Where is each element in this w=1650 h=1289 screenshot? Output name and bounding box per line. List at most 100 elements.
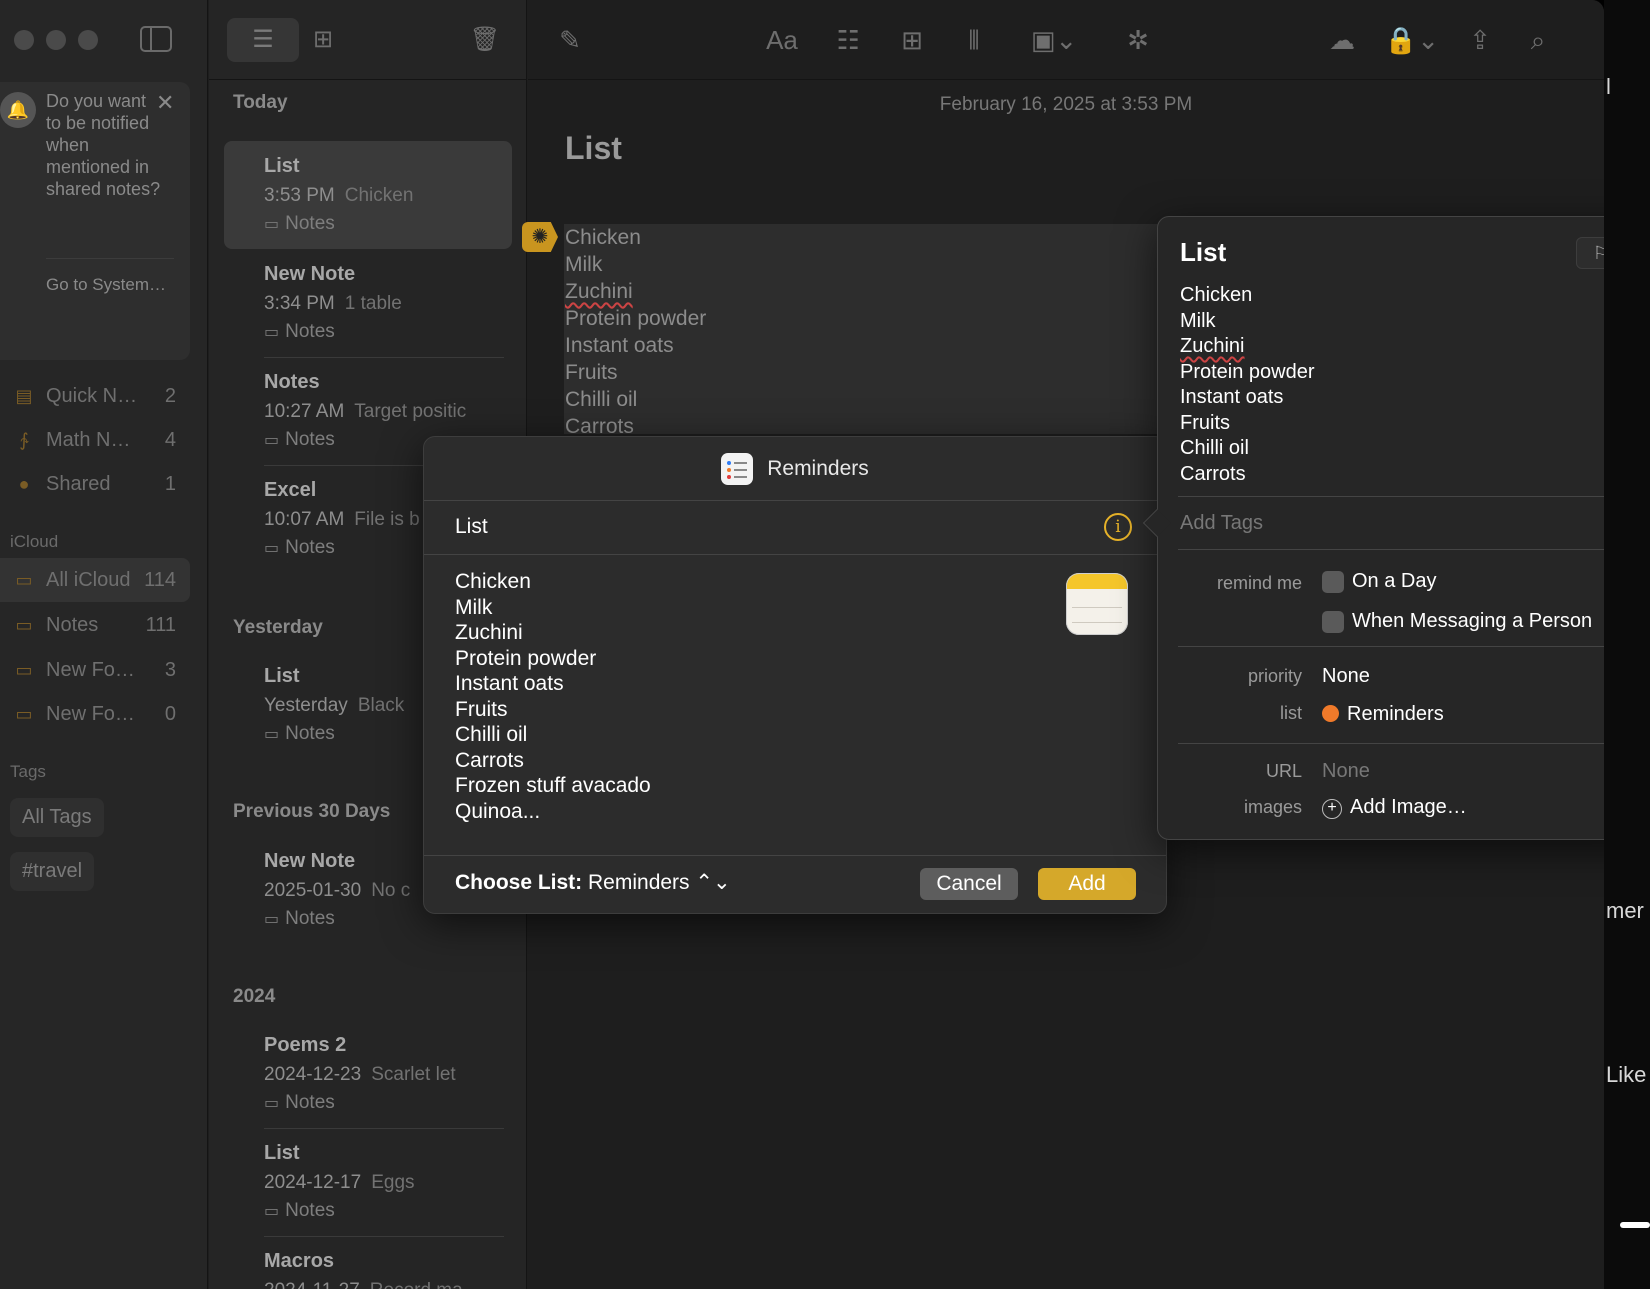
popover-notes[interactable]: Chicken Milk Zuchini Protein powder Inst… bbox=[1180, 283, 1315, 487]
when-messaging-label[interactable]: When Messaging a Person bbox=[1352, 610, 1592, 633]
sidebar-item-new-folder[interactable]: ▭ New Fo… 3 bbox=[0, 648, 190, 692]
shared-icon: ● bbox=[18, 473, 30, 494]
popover-line: Fruits bbox=[1180, 411, 1230, 434]
choose-list-popup[interactable]: Choose List: Reminders ⌃⌄ bbox=[455, 870, 731, 895]
writing-tools-icon[interactable]: ✲ bbox=[1120, 20, 1156, 60]
close-icon[interactable]: ✕ bbox=[156, 90, 174, 116]
divider bbox=[46, 258, 174, 259]
list-popup[interactable]: Reminders bbox=[1322, 703, 1444, 726]
sidebar-item-label: New Fo… bbox=[46, 702, 135, 725]
note-preview: No c bbox=[371, 880, 411, 901]
sidebar-item-math-notes[interactable]: ∱ Math N… 4 bbox=[0, 418, 190, 462]
info-icon[interactable]: i bbox=[1104, 513, 1132, 541]
priority-label: priority bbox=[1247, 666, 1302, 686]
reminder-line: Chilli oil bbox=[455, 723, 528, 746]
on-a-day-checkbox[interactable] bbox=[1322, 571, 1344, 593]
search-icon[interactable]: ⌕ bbox=[1520, 20, 1556, 60]
note-item[interactable]: List 3:53 PM Chicken ▭ Notes bbox=[224, 141, 512, 249]
note-folder: ▭ Notes bbox=[264, 213, 335, 235]
format-text-icon[interactable]: Aa bbox=[764, 20, 800, 60]
note-folder: ▭ Notes bbox=[264, 1200, 335, 1222]
sidebar-item-notes[interactable]: ▭ Notes 111 bbox=[0, 603, 190, 647]
zoom-window-button[interactable] bbox=[78, 30, 98, 50]
note-folder-name: Notes bbox=[285, 537, 335, 558]
note-title: Poems 2 bbox=[264, 1034, 347, 1056]
note-body[interactable]: Chicken Milk Zuchini Protein powder Inst… bbox=[565, 224, 706, 440]
new-note-icon[interactable]: ✎ bbox=[552, 20, 588, 60]
note-line: Protein powder bbox=[565, 307, 707, 330]
audio-icon[interactable]: ⦀ bbox=[956, 20, 992, 60]
sidebar-item-shared[interactable]: ● Shared 1 bbox=[0, 462, 190, 506]
writing-tools-badge-icon[interactable]: ✺ bbox=[522, 222, 558, 252]
notes-app-icon bbox=[1066, 573, 1128, 635]
folder-icon: ▭ bbox=[264, 1203, 280, 1220]
sidebar-toggle-icon[interactable] bbox=[140, 26, 172, 52]
tag-travel[interactable]: #travel bbox=[10, 852, 95, 891]
tags-section-label: Tags bbox=[10, 762, 46, 781]
note-preview: Chicken bbox=[344, 185, 414, 206]
reminder-line: Zuchini bbox=[455, 621, 523, 644]
sidebar-item-all-icloud[interactable]: ▭ All iCloud 114 bbox=[0, 558, 190, 602]
note-item[interactable]: Macros 2024-11-27 Record ma bbox=[224, 1236, 512, 1289]
trash-icon[interactable]: 🗑 bbox=[465, 18, 505, 62]
note-time: 2024-12-23 bbox=[264, 1064, 362, 1085]
sidebar-item-quick-notes[interactable]: ▤ Quick N… 2 bbox=[0, 374, 190, 418]
go-to-system-settings-link[interactable]: Go to System… bbox=[46, 275, 166, 295]
note-folder: ▭ Notes bbox=[264, 908, 335, 930]
choose-list-value: Reminders bbox=[588, 871, 690, 894]
background-text: l bbox=[1606, 74, 1611, 99]
divider bbox=[1178, 743, 1604, 744]
priority-popup[interactable]: None bbox=[1322, 665, 1370, 688]
checklist-icon[interactable]: ☷ bbox=[830, 20, 866, 60]
add-to-reminders-dialog: Reminders List i Chicken Milk Zuchini Pr… bbox=[423, 436, 1167, 914]
list-view-icon[interactable]: ☰ bbox=[227, 18, 299, 62]
folder-icon: ▭ bbox=[15, 569, 33, 590]
tag-all-tags[interactable]: All Tags bbox=[10, 798, 104, 837]
choose-list-label: Choose List: bbox=[455, 871, 583, 894]
gallery-view-icon[interactable]: ⊞ bbox=[303, 18, 343, 62]
collaborate-icon[interactable]: ☁ bbox=[1324, 20, 1360, 60]
note-title-heading[interactable]: List bbox=[565, 130, 622, 167]
note-item[interactable]: Poems 2 2024-12-23 Scarlet let ▭ Notes bbox=[224, 1020, 512, 1129]
reminder-notes[interactable]: Chicken Milk Zuchini Protein powder Inst… bbox=[455, 569, 651, 824]
add-tags-field[interactable]: Add Tags bbox=[1180, 512, 1263, 535]
cancel-button[interactable]: Cancel bbox=[920, 868, 1018, 900]
add-button[interactable]: Add bbox=[1038, 868, 1136, 900]
sidebar-item-count: 114 bbox=[144, 568, 176, 591]
table-icon[interactable]: ⊞ bbox=[894, 20, 930, 60]
sidebar-item-count: 4 bbox=[164, 428, 176, 451]
flag-icon[interactable]: ⚐ bbox=[1576, 237, 1604, 269]
share-icon[interactable]: ⇪ bbox=[1462, 20, 1498, 60]
popover-title[interactable]: List bbox=[1180, 237, 1226, 268]
note-folder-name: Notes bbox=[285, 908, 335, 929]
close-window-button[interactable] bbox=[14, 30, 34, 50]
minimize-window-button[interactable] bbox=[46, 30, 66, 50]
note-preview: 1 table bbox=[344, 293, 402, 314]
note-folder-name: Notes bbox=[285, 321, 335, 342]
popover-line: Instant oats bbox=[1180, 386, 1284, 408]
note-preview: Black bbox=[357, 695, 405, 716]
dialog-title: Reminders bbox=[767, 456, 869, 480]
note-folder-name: Notes bbox=[285, 213, 335, 234]
window-controls bbox=[14, 30, 98, 50]
mention-notification-banner: 🔔 Do you want to be notified when mentio… bbox=[0, 82, 190, 360]
sidebar-item-new-folder[interactable]: ▭ New Fo… 0 bbox=[0, 692, 190, 736]
lock-icon[interactable]: 🔒⌄ bbox=[1382, 20, 1442, 60]
popover-line: Chilli oil bbox=[1180, 437, 1249, 459]
note-time: 10:07 AM bbox=[264, 509, 345, 530]
url-field[interactable]: None bbox=[1322, 760, 1370, 783]
note-time: 10:27 AM bbox=[264, 401, 345, 422]
reminder-line: Fruits bbox=[455, 697, 508, 721]
list-color-dot-icon bbox=[1322, 705, 1339, 722]
note-line: Chilli oil bbox=[565, 388, 638, 411]
reminder-title[interactable]: List bbox=[455, 515, 488, 539]
add-image-button[interactable]: + Add Image… bbox=[1322, 796, 1467, 819]
sidebar-item-label: All iCloud bbox=[46, 568, 131, 591]
note-folder: ▭ Notes bbox=[264, 723, 335, 745]
note-item[interactable]: New Note 3:34 PM 1 table ▭ Notes bbox=[224, 249, 512, 358]
sidebar-item-label: Notes bbox=[46, 613, 99, 636]
media-icon[interactable]: ▣⌄ bbox=[1018, 20, 1090, 60]
note-item[interactable]: List 2024-12-17 Eggs ▭ Notes bbox=[224, 1128, 512, 1237]
when-messaging-checkbox[interactable] bbox=[1322, 611, 1344, 633]
on-a-day-label[interactable]: On a Day bbox=[1352, 570, 1436, 593]
